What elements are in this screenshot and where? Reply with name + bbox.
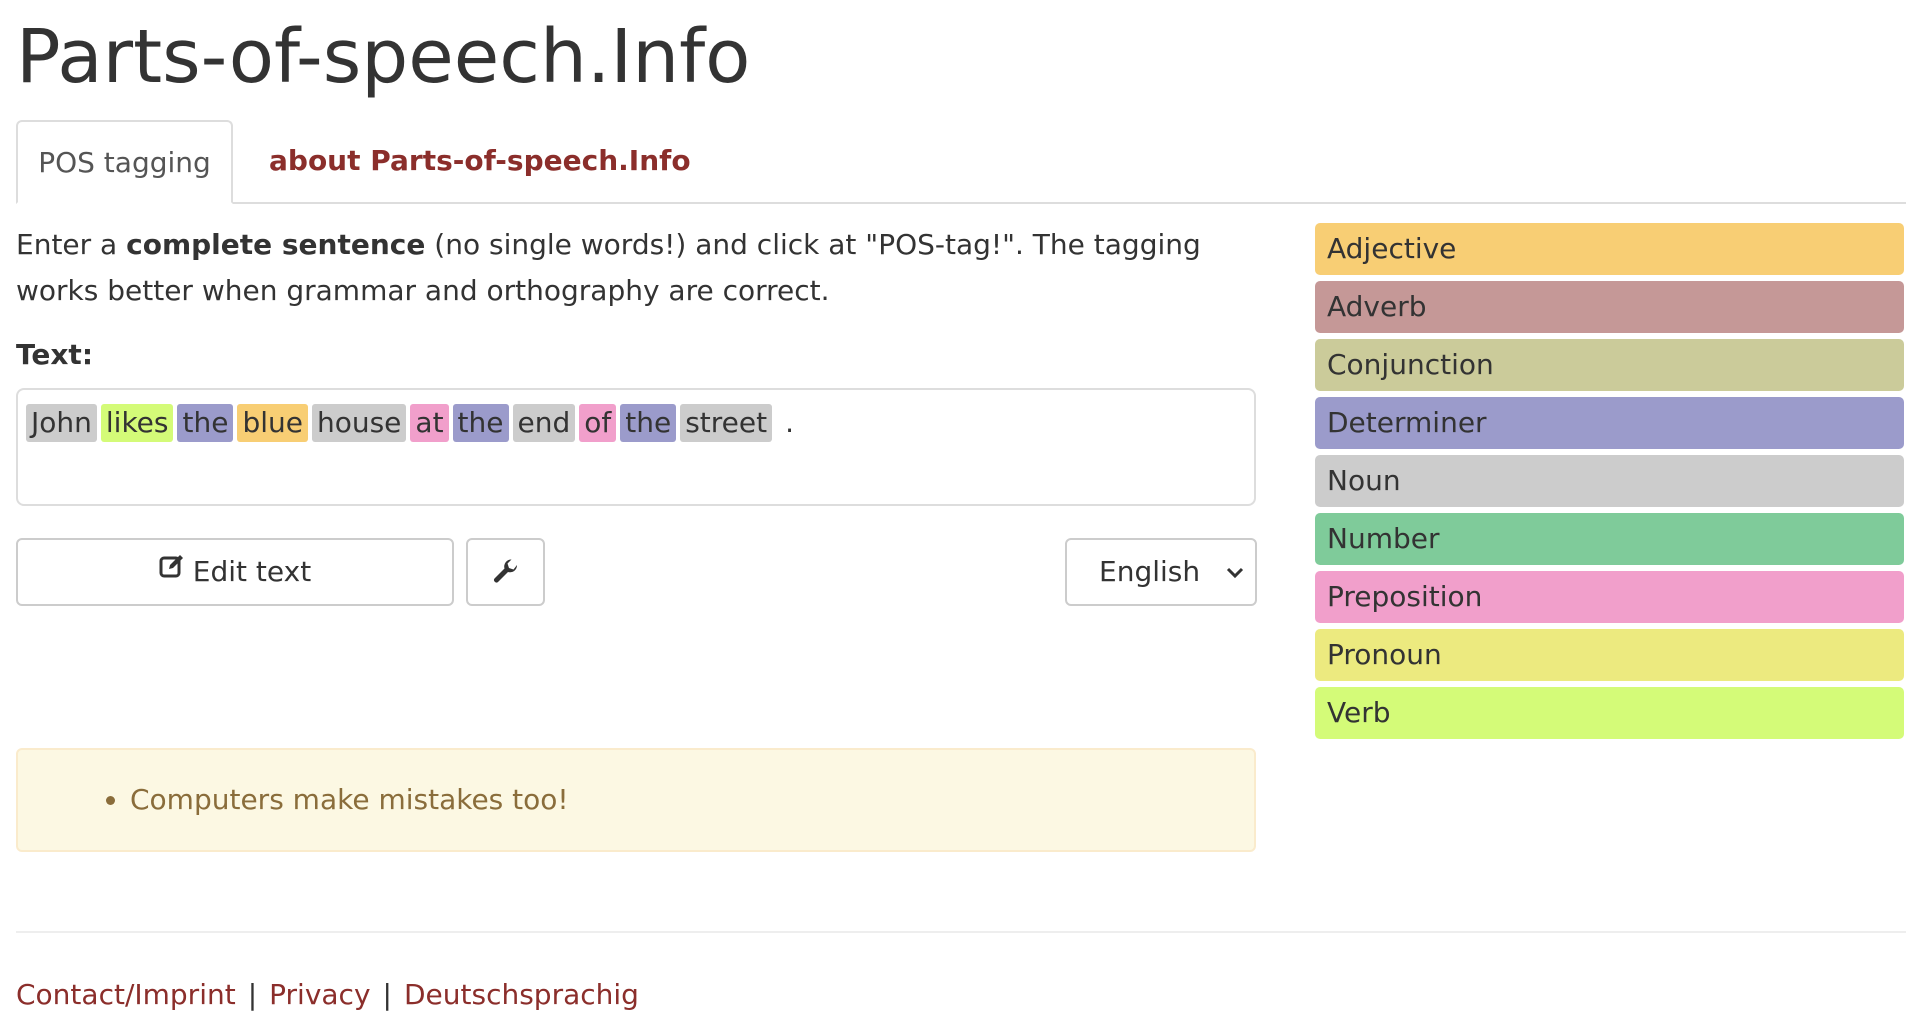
token: end (512, 404, 576, 442)
pos-legend: Adjective Adverb Conjunction Determiner Noun… (1315, 223, 1904, 745)
site-title: Parts-of-speech.Info (16, 14, 751, 100)
footer: Contact/Imprint | Privacy | Deutschsprachig (16, 978, 639, 1011)
token: likes (100, 404, 174, 442)
legend-item-number: Number (1315, 513, 1904, 565)
edit-text-button[interactable]: Edit text (16, 538, 454, 606)
notice-list: Computers make mistakes too! (18, 750, 1254, 850)
token: at (410, 404, 449, 442)
privacy-link[interactable]: Privacy (269, 978, 370, 1011)
edit-icon (159, 538, 185, 602)
token: street (680, 404, 773, 442)
footer-divider (16, 931, 1906, 933)
footer-separator: | (382, 978, 392, 1011)
edit-text-label: Edit text (192, 555, 312, 588)
token: of (579, 404, 617, 442)
tab-pos-tagging[interactable]: POS tagging (16, 120, 233, 204)
contact-imprint-link[interactable]: Contact/Imprint (16, 978, 236, 1011)
legend-item-pronoun: Pronoun (1315, 629, 1904, 681)
page: Parts-of-speech.Info POS tagging about P… (0, 0, 1924, 1024)
token: . (785, 406, 795, 439)
tools-button[interactable] (466, 538, 545, 606)
token: the (177, 404, 234, 442)
intro-part1: Enter a (16, 228, 127, 261)
token: blue (237, 404, 308, 442)
legend-item-adverb: Adverb (1315, 281, 1904, 333)
legend-item-preposition: Preposition (1315, 571, 1904, 623)
token: John (26, 404, 97, 442)
legend-item-verb: Verb (1315, 687, 1904, 739)
legend-item-noun: Noun (1315, 455, 1904, 507)
notice-box: Computers make mistakes too! (16, 748, 1256, 852)
wrench-icon (494, 559, 518, 583)
deutschsprachig-link[interactable]: Deutschsprachig (404, 978, 639, 1011)
legend-item-conjunction: Conjunction (1315, 339, 1904, 391)
chevron-down-icon (1226, 567, 1244, 579)
language-selected: English (1099, 555, 1201, 588)
intro-bold: complete sentence (126, 228, 426, 261)
text-label: Text: (16, 338, 94, 371)
token: the (452, 404, 509, 442)
footer-separator: | (247, 978, 258, 1011)
language-select[interactable]: English (1065, 538, 1257, 606)
token: house (311, 404, 407, 442)
token: the (620, 404, 677, 442)
tagged-text-box[interactable]: John likes the blue house at the end of the street… (16, 388, 1256, 506)
legend-item-adjective: Adjective (1315, 223, 1904, 275)
tab-bar: POS tagging about Parts-of-speech.Info (16, 120, 1906, 204)
notice-item: Computers make mistakes too! (130, 750, 1254, 850)
intro-text: Enter a complete sentence (no single wor… (16, 222, 1256, 314)
tab-about[interactable]: about Parts-of-speech.Info (269, 120, 691, 202)
legend-item-determiner: Determiner (1315, 397, 1904, 449)
